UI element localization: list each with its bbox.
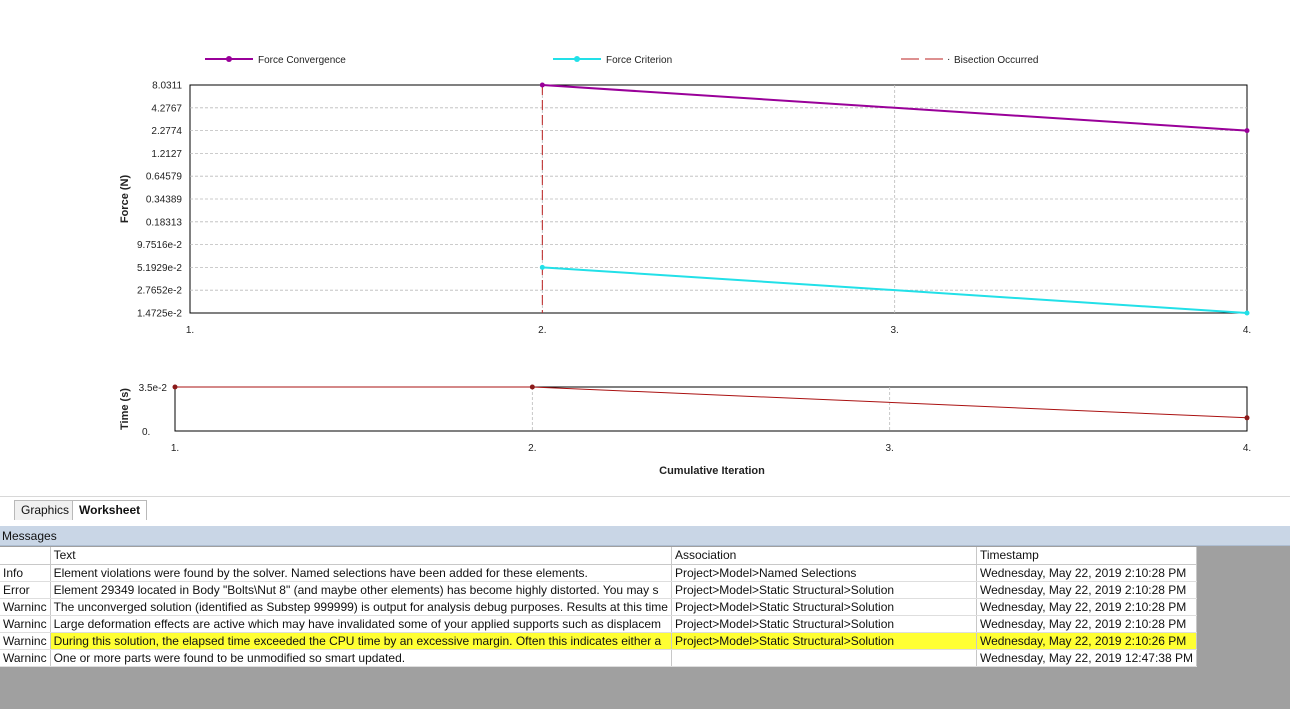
column-header-text[interactable]: Text xyxy=(50,547,672,565)
x-tick-label: 1. xyxy=(186,325,194,336)
data-point xyxy=(172,384,178,390)
y-axis-label: Time (s) xyxy=(119,388,131,430)
y-tick-label: 3.5e-2 xyxy=(139,383,168,394)
y-tick-label: 9.7516e-2 xyxy=(137,240,182,251)
message-association-cell: Project>Model>Static Structural>Solution xyxy=(671,615,977,633)
message-text-cell: During this solution, the elapsed time e… xyxy=(50,632,672,650)
messages-table-body: Info Element violations were found by the… xyxy=(0,564,1197,667)
data-point xyxy=(1244,128,1250,134)
messages-table: Text Association Timestamp Info Element v… xyxy=(0,547,1197,667)
legend-label: Force Criterion xyxy=(606,55,672,66)
messages-panel: Text Association Timestamp Info Element v… xyxy=(0,546,1290,709)
message-row[interactable]: Info Element violations were found by the… xyxy=(0,564,1197,582)
message-timestamp-cell: Wednesday, May 22, 2019 2:10:28 PM xyxy=(976,564,1197,582)
message-text-cell: Element violations were found by the sol… xyxy=(50,564,672,582)
x-tick-label: 1. xyxy=(171,443,179,454)
y-tick-label: 0.18313 xyxy=(146,217,183,228)
message-row[interactable]: Warninc Large deformation effects are act… xyxy=(0,615,1197,633)
chart-svg: Force Convergence Force Criterion · Bisecti… xyxy=(119,54,1251,477)
data-point xyxy=(539,82,545,88)
y-tick-label: 0.64579 xyxy=(146,172,183,183)
message-text-cell: The unconverged solution (identified as … xyxy=(50,598,672,616)
y-tick-label: 8.0311 xyxy=(152,81,182,92)
message-type-cell: Error xyxy=(0,581,51,599)
y-tick-label: 1.2127 xyxy=(151,149,182,160)
message-association-cell: Project>Model>Static Structural>Solution xyxy=(671,598,977,616)
data-point xyxy=(529,384,535,390)
legend-dot: · xyxy=(947,54,950,65)
message-association-cell xyxy=(671,649,977,667)
y-axis-label: Force (N) xyxy=(119,175,131,224)
x-tick-label: 3. xyxy=(885,443,893,454)
legend-label: Force Convergence xyxy=(258,55,346,66)
y-tick-label: 2.7652e-2 xyxy=(137,286,182,297)
message-row[interactable]: Error Element 29349 located in Body "Bolt… xyxy=(0,581,1197,599)
y-tick-label: 5.1929e-2 xyxy=(137,263,182,274)
y-tick-label: 4.2767 xyxy=(151,103,182,114)
message-type-cell: Warninc xyxy=(0,598,51,616)
messages-header-row: Text Association Timestamp xyxy=(0,547,1197,565)
data-point xyxy=(1244,415,1250,421)
x-tick-label: 2. xyxy=(528,443,536,454)
message-timestamp-cell: Wednesday, May 22, 2019 2:10:28 PM xyxy=(976,581,1197,599)
tab-graphics[interactable]: Graphics xyxy=(14,500,77,520)
message-type-cell: Info xyxy=(0,564,51,582)
data-point xyxy=(1244,310,1250,316)
message-type-cell: Warninc xyxy=(0,649,51,667)
message-timestamp-cell: Wednesday, May 22, 2019 2:10:28 PM xyxy=(976,615,1197,633)
messages-panel-title: Messages xyxy=(0,526,1290,546)
message-row[interactable]: Warninc During this solution, the elapsed… xyxy=(0,632,1197,650)
legend-marker xyxy=(574,56,580,62)
y-tick-label: 0. xyxy=(142,427,150,438)
legend-marker xyxy=(226,56,232,62)
column-header-type[interactable] xyxy=(0,547,51,565)
x-axis-label: Cumulative Iteration xyxy=(659,465,765,477)
legend-label: Bisection Occurred xyxy=(954,55,1038,66)
y-tick-label: 0.34389 xyxy=(146,195,183,206)
x-tick-label: 4. xyxy=(1243,325,1251,336)
y-tick-label: 1.4725e-2 xyxy=(137,309,182,320)
message-row[interactable]: Warninc One or more parts were found to b… xyxy=(0,649,1197,667)
message-text-cell: Large deformation effects are active whi… xyxy=(50,615,672,633)
column-header-association[interactable]: Association xyxy=(671,547,977,565)
message-type-cell: Warninc xyxy=(0,615,51,633)
message-type-cell: Warninc xyxy=(0,632,51,650)
message-text-cell: Element 29349 located in Body "Bolts\Nut… xyxy=(50,581,672,599)
message-association-cell: Project>Model>Static Structural>Solution xyxy=(671,632,977,650)
message-association-cell: Project>Model>Named Selections xyxy=(671,564,977,582)
message-timestamp-cell: Wednesday, May 22, 2019 12:47:38 PM xyxy=(976,649,1197,667)
message-row[interactable]: Warninc The unconverged solution (identif… xyxy=(0,598,1197,616)
x-tick-label: 2. xyxy=(538,325,546,336)
message-timestamp-cell: Wednesday, May 22, 2019 2:10:28 PM xyxy=(976,598,1197,616)
x-tick-label: 3. xyxy=(890,325,898,336)
view-tab-bar: Graphics Worksheet xyxy=(0,496,1290,526)
message-association-cell: Project>Model>Static Structural>Solution xyxy=(671,581,977,599)
convergence-chart-area: Force Convergence Force Criterion · Bisecti… xyxy=(0,0,1290,496)
time-plot-frame xyxy=(174,386,1248,432)
x-tick-label: 4. xyxy=(1243,443,1251,454)
column-header-timestamp[interactable]: Timestamp xyxy=(976,547,1197,565)
y-tick-label: 2.2774 xyxy=(151,126,182,137)
message-text-cell: One or more parts were found to be unmod… xyxy=(50,649,672,667)
tab-worksheet[interactable]: Worksheet xyxy=(72,500,148,520)
data-point xyxy=(539,264,545,270)
message-timestamp-cell: Wednesday, May 22, 2019 2:10:26 PM xyxy=(976,632,1197,650)
